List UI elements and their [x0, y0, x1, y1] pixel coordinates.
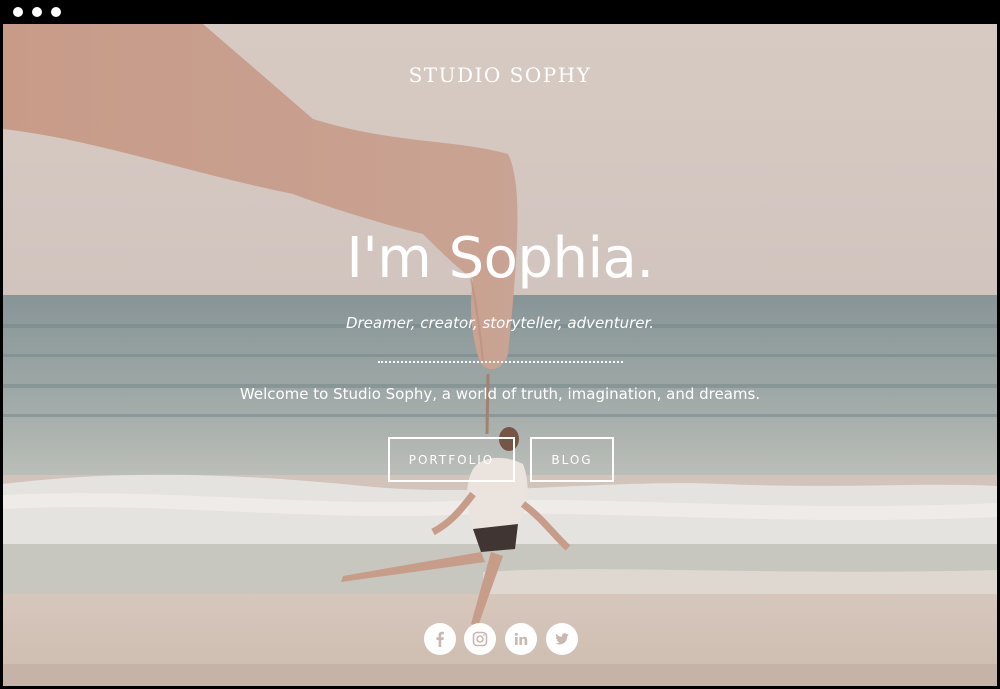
window-dot-icon: [13, 7, 23, 17]
hero-tagline: Dreamer, creator, storyteller, adventure…: [345, 314, 655, 332]
hero-content: STUDIO SOPHY I'm Sophia. Dreamer, creato…: [3, 24, 997, 686]
dotted-divider: [378, 361, 623, 363]
welcome-text: Welcome to Studio Sophy, a world of trut…: [239, 385, 761, 403]
social-links: [424, 623, 580, 655]
browser-window: STUDIO SOPHY I'm Sophia. Dreamer, creato…: [0, 0, 1000, 689]
linkedin-icon[interactable]: [505, 623, 537, 655]
page-viewport: STUDIO SOPHY I'm Sophia. Dreamer, creato…: [3, 24, 997, 686]
instagram-icon[interactable]: [464, 623, 496, 655]
twitter-icon[interactable]: [546, 623, 578, 655]
window-dot-icon: [32, 7, 42, 17]
hero-title: I'm Sophia.: [346, 226, 654, 291]
window-dot-icon: [51, 7, 61, 17]
site-logo[interactable]: STUDIO SOPHY: [3, 63, 997, 87]
blog-button[interactable]: BLOG: [530, 437, 614, 482]
facebook-icon[interactable]: [424, 623, 456, 655]
window-titlebar: [0, 0, 1000, 24]
portfolio-button[interactable]: PORTFOLIO: [388, 437, 515, 482]
